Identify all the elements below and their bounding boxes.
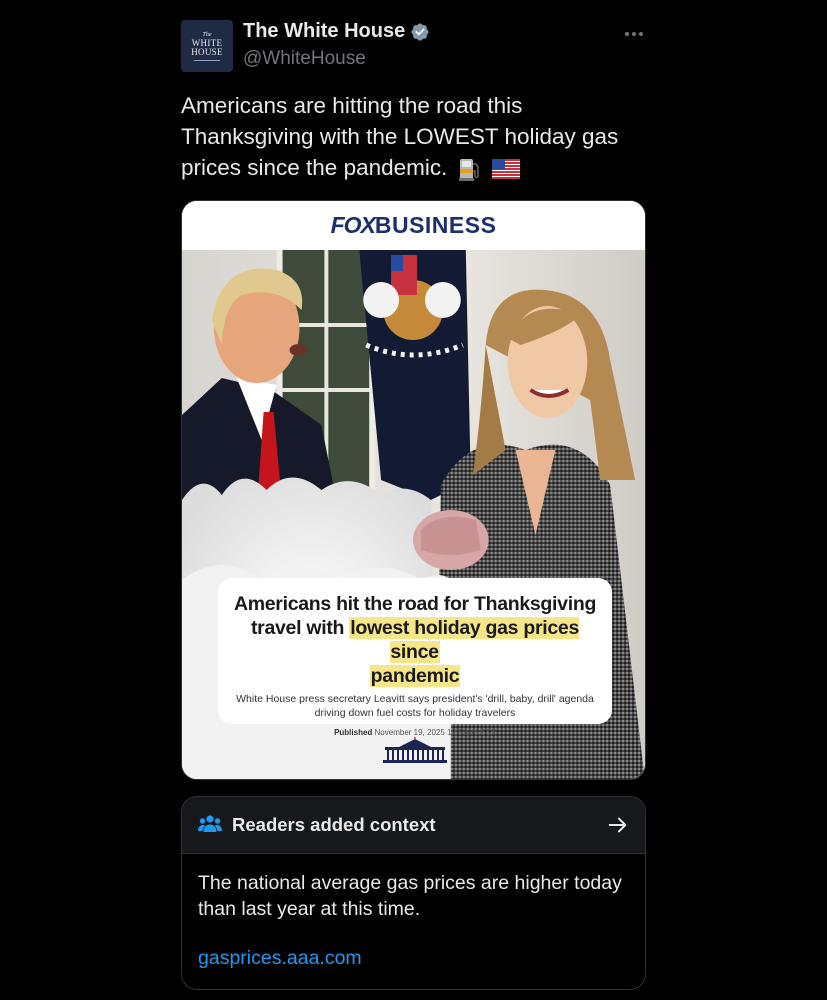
headline-highlight: pandemic bbox=[369, 665, 461, 687]
verified-badge-icon bbox=[411, 22, 429, 41]
publisher-header: FOXBUSINESS bbox=[182, 201, 645, 250]
avatar-divider bbox=[194, 59, 220, 61]
avatar[interactable]: The WHITE HOUSE bbox=[181, 20, 233, 72]
headline-card: Americans hit the road for Thanksgiving … bbox=[218, 578, 612, 737]
tweet-media-image[interactable]: FOXBUSINESS Americans hit the road for T… bbox=[181, 200, 646, 780]
tweet-body: Americans are hitting the road this Than… bbox=[181, 93, 619, 180]
more-options-button[interactable] bbox=[622, 22, 646, 46]
community-note-header[interactable]: Readers added context bbox=[182, 797, 645, 854]
article-published-date: Published November 19, 2025 12:52pm EST bbox=[334, 728, 496, 737]
more-dot-icon bbox=[625, 32, 629, 36]
white-house-building-icon bbox=[383, 737, 447, 763]
article-headline: Americans hit the road for Thanksgiving … bbox=[233, 593, 597, 687]
headline-highlight: lowest holiday gas prices since bbox=[349, 617, 579, 663]
community-note-body: The national average gas prices are high… bbox=[198, 872, 622, 920]
tweet-text: Americans are hitting the road this Than… bbox=[181, 90, 641, 183]
community-note-title: Readers added context bbox=[232, 814, 436, 835]
fuel-pump-icon bbox=[458, 159, 479, 182]
community-note-source-link[interactable]: gasprices.aaa.com bbox=[198, 947, 362, 970]
author-handle[interactable]: @WhiteHouse bbox=[243, 48, 366, 70]
author-name-row[interactable]: The White House bbox=[243, 20, 430, 43]
fox-business-logo: FOXBUSINESS bbox=[330, 212, 497, 238]
more-dot-icon bbox=[632, 32, 636, 36]
avatar-text-the: The bbox=[202, 31, 212, 38]
author-display-name[interactable]: The White House bbox=[243, 20, 405, 43]
avatar-text-line2: HOUSE bbox=[191, 46, 223, 57]
article-subheadline: White House press secretary Leavitt says… bbox=[236, 693, 594, 719]
us-flag-icon bbox=[491, 159, 520, 180]
community-note: Readers added context The national avera… bbox=[181, 796, 646, 990]
more-dot-icon bbox=[639, 32, 643, 36]
people-icon bbox=[198, 815, 222, 832]
arrow-right-icon[interactable] bbox=[607, 814, 629, 836]
